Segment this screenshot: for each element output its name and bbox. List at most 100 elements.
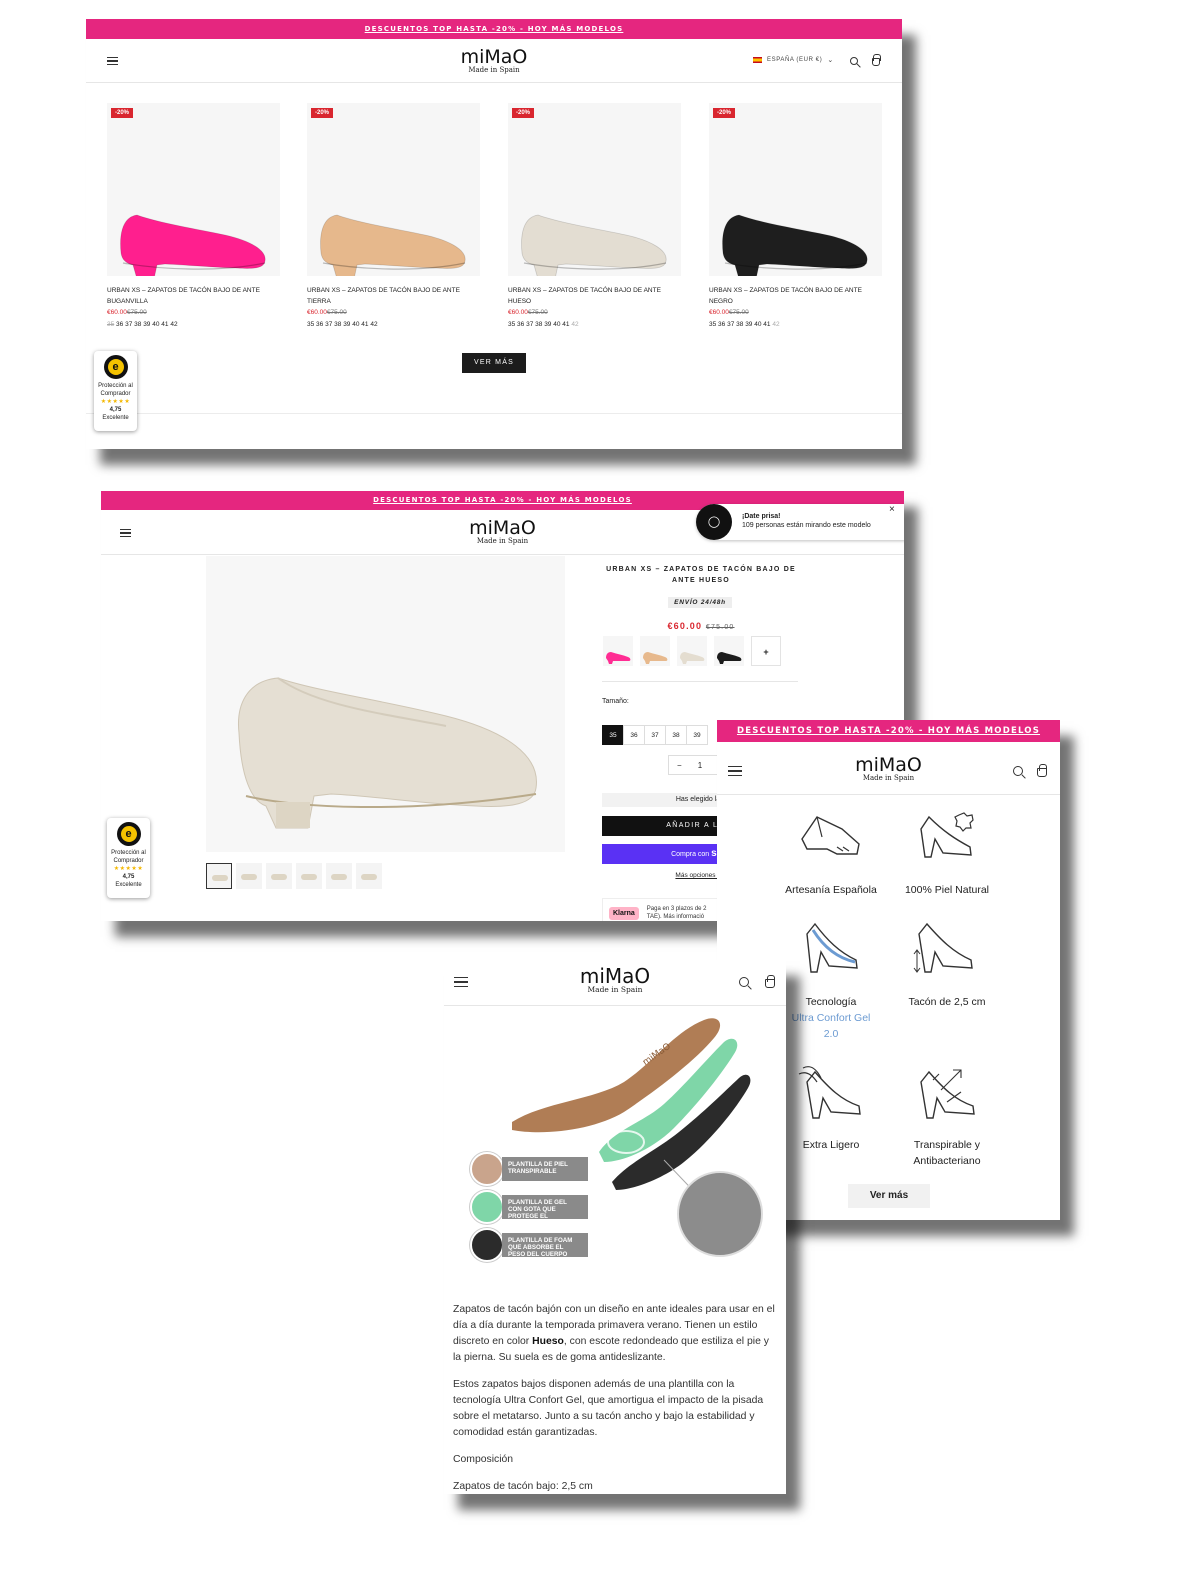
color-swatch[interactable] xyxy=(603,636,633,666)
discount-badge: -20% xyxy=(111,108,134,118)
size-option: 37 xyxy=(325,321,333,328)
site-header: miMaO Made in Spain xyxy=(444,960,786,1006)
search-icon[interactable] xyxy=(739,977,749,987)
brand-logo[interactable]: miMaO Made in Spain xyxy=(469,519,536,545)
brand-name: miMaO xyxy=(460,46,528,68)
feature-tecnologia: Tecnología Ultra Confort Gel 2.0 xyxy=(791,996,871,1040)
product-thumbnail[interactable] xyxy=(236,863,262,889)
size-option: 40 xyxy=(754,321,762,328)
shipping-badge: ENVÍO 24/48h xyxy=(668,597,732,608)
search-icon[interactable] xyxy=(1013,766,1023,776)
ver-mas-button[interactable]: Ver más xyxy=(848,1184,930,1208)
heel-height-text: Zapatos de tacón bajo: 2,5 cm xyxy=(453,1481,593,1492)
size-button[interactable]: 35 xyxy=(602,725,624,745)
size-button[interactable]: 38 xyxy=(665,725,687,745)
size-option: 39 xyxy=(544,321,552,328)
layer-label: PLANTILLA DE PIEL TRANSPIRABLE xyxy=(502,1157,588,1181)
color-swatch[interactable] xyxy=(640,636,670,666)
feature-extra-ligero: Extra Ligero xyxy=(802,1139,860,1151)
brand-logo[interactable]: miMaO Made in Spain xyxy=(855,756,922,782)
product-price: €60.00€75.00 xyxy=(508,309,548,316)
artisan-shoe-icon xyxy=(801,816,860,855)
size-button[interactable]: 37 xyxy=(644,725,666,745)
product-thumbnail[interactable] xyxy=(266,863,292,889)
color-swatch[interactable] xyxy=(677,636,707,666)
product-thumbnail[interactable] xyxy=(206,863,232,889)
description-paragraph-1: Zapatos de tacón bajón con un diseño en … xyxy=(453,1304,775,1363)
menu-icon[interactable] xyxy=(120,529,131,537)
size-button[interactable]: 36 xyxy=(623,725,645,745)
product-title[interactable]: URBAN XS – ZAPATOS DE TACÓN BAJO DE ANTE… xyxy=(107,285,280,307)
size-option: 41 xyxy=(562,321,570,328)
size-option: 37 xyxy=(125,321,133,328)
popup-text: 109 personas están mirando este modelo xyxy=(742,522,871,529)
trust-stars: ★★★★★ xyxy=(100,399,131,405)
swatch-shoe xyxy=(717,652,742,664)
size-option: 37 xyxy=(727,321,735,328)
menu-icon[interactable] xyxy=(107,57,118,65)
more-colors-button[interactable]: + xyxy=(751,636,781,666)
country-selector[interactable]: ESPAÑA (EUR €) ⌄ xyxy=(753,56,834,64)
product-card[interactable]: -20% URBAN XS – ZAPATOS DE TACÓN BAJO DE … xyxy=(709,103,882,328)
cart-icon[interactable] xyxy=(872,54,881,66)
trust-label: Protección al Comprador xyxy=(111,850,146,864)
promo-banner[interactable]: DESCUENTOS TOP HASTA -20% - HOY MÁS MODE… xyxy=(717,720,1060,742)
qty-minus-button[interactable]: − xyxy=(677,761,682,770)
promo-banner[interactable]: DESCUENTOS TOP HASTA -20% - HOY MÁS MODE… xyxy=(86,19,902,39)
klarna-logo: Klarna xyxy=(609,906,639,920)
product-title[interactable]: URBAN XS – ZAPATOS DE TACÓN BAJO DE ANTE… xyxy=(508,285,681,307)
cart-icon[interactable] xyxy=(765,975,775,988)
product-image[interactable]: -20% xyxy=(107,103,280,280)
product-card[interactable]: -20% URBAN XS – ZAPATOS DE TACÓN BAJO DE … xyxy=(508,103,681,328)
product-price: €60.00€75.00 xyxy=(307,309,347,316)
product-main-image[interactable] xyxy=(206,556,565,852)
ver-mas-button[interactable]: VER MÁS xyxy=(462,353,526,373)
divider xyxy=(86,413,902,414)
product-description: Zapatos de tacón bajón con un diseño en … xyxy=(453,1302,778,1494)
country-label: ESPAÑA (EUR €) xyxy=(767,57,823,63)
brand-tagline: Made in Spain xyxy=(862,774,915,782)
trusted-shops-badge[interactable]: e Protección al Comprador ★★★★★ 4,75 Exce… xyxy=(107,818,150,898)
thumbnail-shoe xyxy=(361,874,377,880)
color-swatch[interactable] xyxy=(714,636,744,666)
shoe-image xyxy=(722,214,868,280)
size-option: 35 xyxy=(709,321,717,328)
product-thumbnail[interactable] xyxy=(296,863,322,889)
brand-logo[interactable]: miMaO Made in Spain xyxy=(461,48,528,74)
size-option: 38 xyxy=(736,321,744,328)
thumbnail-shoe xyxy=(301,874,317,880)
product-image[interactable]: -20% xyxy=(508,103,681,280)
cart-icon[interactable] xyxy=(1037,764,1047,777)
klarna-text-1: Paga en 3 plazos de 2 xyxy=(646,906,707,912)
thumbnail-shoe xyxy=(331,874,347,880)
swatch-shoe xyxy=(606,652,631,664)
product-card[interactable]: -20% URBAN XS – ZAPATOS DE TACÓN BAJO DE … xyxy=(307,103,480,328)
klarna-text-2[interactable]: TAE). Más informació xyxy=(647,914,704,920)
trusted-shops-badge[interactable]: e Protección al Comprador ★★★★★ 4,75 Exce… xyxy=(94,351,137,431)
swatch-shoe xyxy=(643,652,668,664)
close-icon[interactable]: × xyxy=(889,504,895,515)
product-card[interactable]: -20% URBAN XS – ZAPATOS DE TACÓN BAJO DE … xyxy=(107,103,280,328)
size-option: 39 xyxy=(745,321,753,328)
shoe-image xyxy=(120,214,266,280)
product-thumbnail[interactable] xyxy=(326,863,352,889)
menu-icon[interactable] xyxy=(728,766,742,776)
layer-label: PLANTILLA DE FOAM QUE ABSORBE EL PESO DE… xyxy=(502,1233,588,1258)
size-option: 36 xyxy=(718,321,726,328)
size-option: 35 xyxy=(107,321,115,328)
product-thumbnail[interactable] xyxy=(356,863,382,889)
product-image[interactable]: -20% xyxy=(709,103,882,280)
breathable-icon xyxy=(920,1069,975,1119)
product-image[interactable]: -20% xyxy=(307,103,480,280)
search-icon[interactable] xyxy=(850,57,858,65)
product-title[interactable]: URBAN XS – ZAPATOS DE TACÓN BAJO DE ANTE… xyxy=(709,285,882,307)
brand-logo[interactable]: miMaO Made in Spain xyxy=(580,966,650,994)
product-price: €60.00€75.00 xyxy=(709,309,749,316)
size-option: 36 xyxy=(116,321,124,328)
size-option: 41 xyxy=(161,321,169,328)
size-button[interactable]: 39 xyxy=(686,725,708,745)
thumbnail-shoe xyxy=(212,875,228,881)
size-list: 35 36 37 38 39 40 41 42 xyxy=(307,321,480,328)
product-title[interactable]: URBAN XS – ZAPATOS DE TACÓN BAJO DE ANTE… xyxy=(307,285,480,307)
menu-icon[interactable] xyxy=(454,977,468,987)
